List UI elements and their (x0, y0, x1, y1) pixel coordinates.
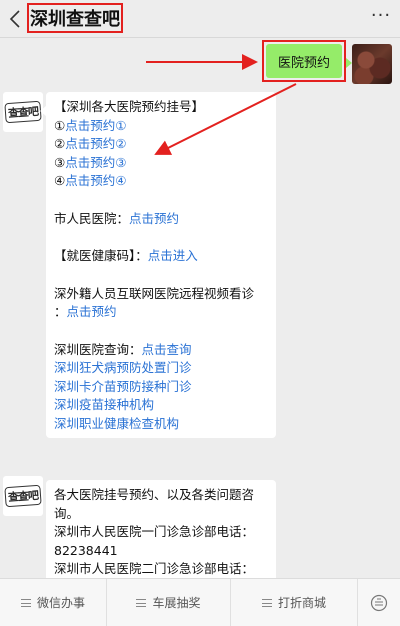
message-text: 深圳市人民医院一门诊急诊部电话： (54, 524, 255, 539)
message-line: ：点击预约 (54, 303, 268, 322)
bot-message-bubble: 【深圳各大医院预约挂号】 ①点击预约① ②点击预约② ③点击预约③ ④点击预约④ 市人民医… (40, 92, 276, 438)
menu-item-discount-mall[interactable]: 打折商城 (231, 579, 358, 626)
message-line: 深圳卡介苗预防接种门诊 (54, 378, 268, 397)
message-label: ① (54, 117, 66, 133)
line-spacer (54, 191, 268, 210)
bot-message-bubble: 各大医院挂号预约、以及各类问题咨 询。深圳市人民医院一门诊急诊部电话： 822384… (46, 480, 276, 586)
message-line: 【深圳各大医院预约挂号】 (54, 98, 268, 117)
bot-avatar[interactable]: 查查吧 (3, 92, 43, 132)
message-line: 82238441 (54, 542, 268, 561)
message-link[interactable]: 深圳狂犬病预防处置门诊 (54, 360, 192, 375)
message-line: 深圳医院查询：点击查询 (54, 341, 268, 360)
message-label: ③ (54, 154, 66, 170)
message-line: 深外籍人员互联网医院远程视频看诊 (54, 285, 268, 304)
message-text: 深外籍人员互联网医院远程视频看诊 (54, 285, 255, 301)
bot-avatar[interactable]: 查查吧 (3, 476, 43, 516)
message-text: 82238441 (54, 542, 118, 558)
message-text: 深圳市人民医院二门诊急诊部电话： (54, 561, 255, 576)
message-link[interactable]: 深圳卡介苗预防接种门诊 (54, 379, 192, 394)
menu-list-icon (136, 598, 147, 607)
message-link[interactable]: 点击预约③ (65, 155, 126, 170)
message-text: 各大医院挂号预约、以及各类问题咨 (54, 487, 255, 502)
message-line: 深圳疫苗接种机构 (54, 396, 268, 415)
message-line: 深圳市人民医院一门诊急诊部电话： (54, 523, 268, 542)
message-link[interactable]: 深圳疫苗接种机构 (54, 397, 154, 412)
keyboard-toggle-icon[interactable] (358, 579, 400, 626)
message-line: 各大医院挂号预约、以及各类问题咨 (54, 486, 268, 505)
message-label: ② (54, 136, 66, 151)
line-spacer (54, 228, 268, 247)
chat-title: 深圳查查吧 (27, 3, 123, 33)
line-spacer (54, 266, 268, 285)
message-link[interactable]: 点击预约 (67, 304, 117, 319)
message-text: 【深圳各大医院预约挂号】 (54, 99, 205, 114)
message-link[interactable]: 点击预约④ (65, 173, 126, 188)
menu-item-label: 车展抽奖 (152, 596, 201, 610)
message-label: 深圳医院查询： (54, 341, 142, 357)
menu-item-wechat-services[interactable]: 微信办事 (0, 579, 107, 626)
message-line: 深圳狂犬病预防处置门诊 (54, 359, 268, 378)
menu-item-label: 打折商城 (277, 596, 326, 610)
line-spacer (54, 322, 268, 341)
message-line: 询。 (54, 505, 268, 524)
message-line: 市人民医院：点击预约 (54, 210, 268, 229)
menu-item-car-show-lottery[interactable]: 车展抽奖 (107, 579, 231, 626)
chat-header: 深圳查查吧 ··· (0, 0, 400, 38)
message-label: 市人民医院： (54, 210, 130, 226)
menu-item-label: 微信办事 (36, 596, 85, 610)
bot-avatar-logo: 查查吧 (4, 100, 42, 124)
message-link[interactable]: 点击预约① (65, 118, 126, 133)
message-link[interactable]: 点击预约 (129, 211, 179, 226)
back-arrow-icon[interactable] (4, 5, 26, 33)
message-label: 【就医健康码】： (54, 248, 148, 263)
message-line: 深圳市人民医院二门诊急诊部电话： (54, 560, 268, 579)
message-link[interactable]: 点击查询 (142, 342, 192, 357)
message-line: ①点击预约① (54, 117, 268, 136)
message-link[interactable]: 点击进入 (148, 248, 198, 263)
message-link[interactable]: 深圳职业健康检查机构 (54, 416, 179, 431)
message-label: ： (54, 304, 67, 319)
message-text: 询。 (54, 505, 80, 521)
menu-list-icon (20, 598, 31, 607)
bot-avatar-logo: 查查吧 (4, 484, 42, 508)
user-message-highlight: 医院预约 (262, 40, 346, 82)
message-line: 深圳职业健康检查机构 (54, 415, 268, 434)
message-line: 【就医健康码】：点击进入 (54, 247, 268, 266)
message-label: ④ (54, 173, 66, 188)
user-avatar[interactable] (352, 44, 392, 84)
message-line: ②点击预约② (54, 135, 268, 154)
message-line: ④点击预约④ (54, 172, 268, 191)
message-link[interactable]: 点击预约② (65, 136, 126, 151)
user-message-bubble: 医院预约 (266, 44, 342, 78)
more-menu-icon[interactable]: ··· (368, 7, 394, 27)
bottom-menu-bar: 微信办事 车展抽奖 打折商城 (0, 578, 400, 626)
message-line: ③点击预约③ (54, 154, 268, 173)
menu-list-icon (261, 598, 272, 607)
